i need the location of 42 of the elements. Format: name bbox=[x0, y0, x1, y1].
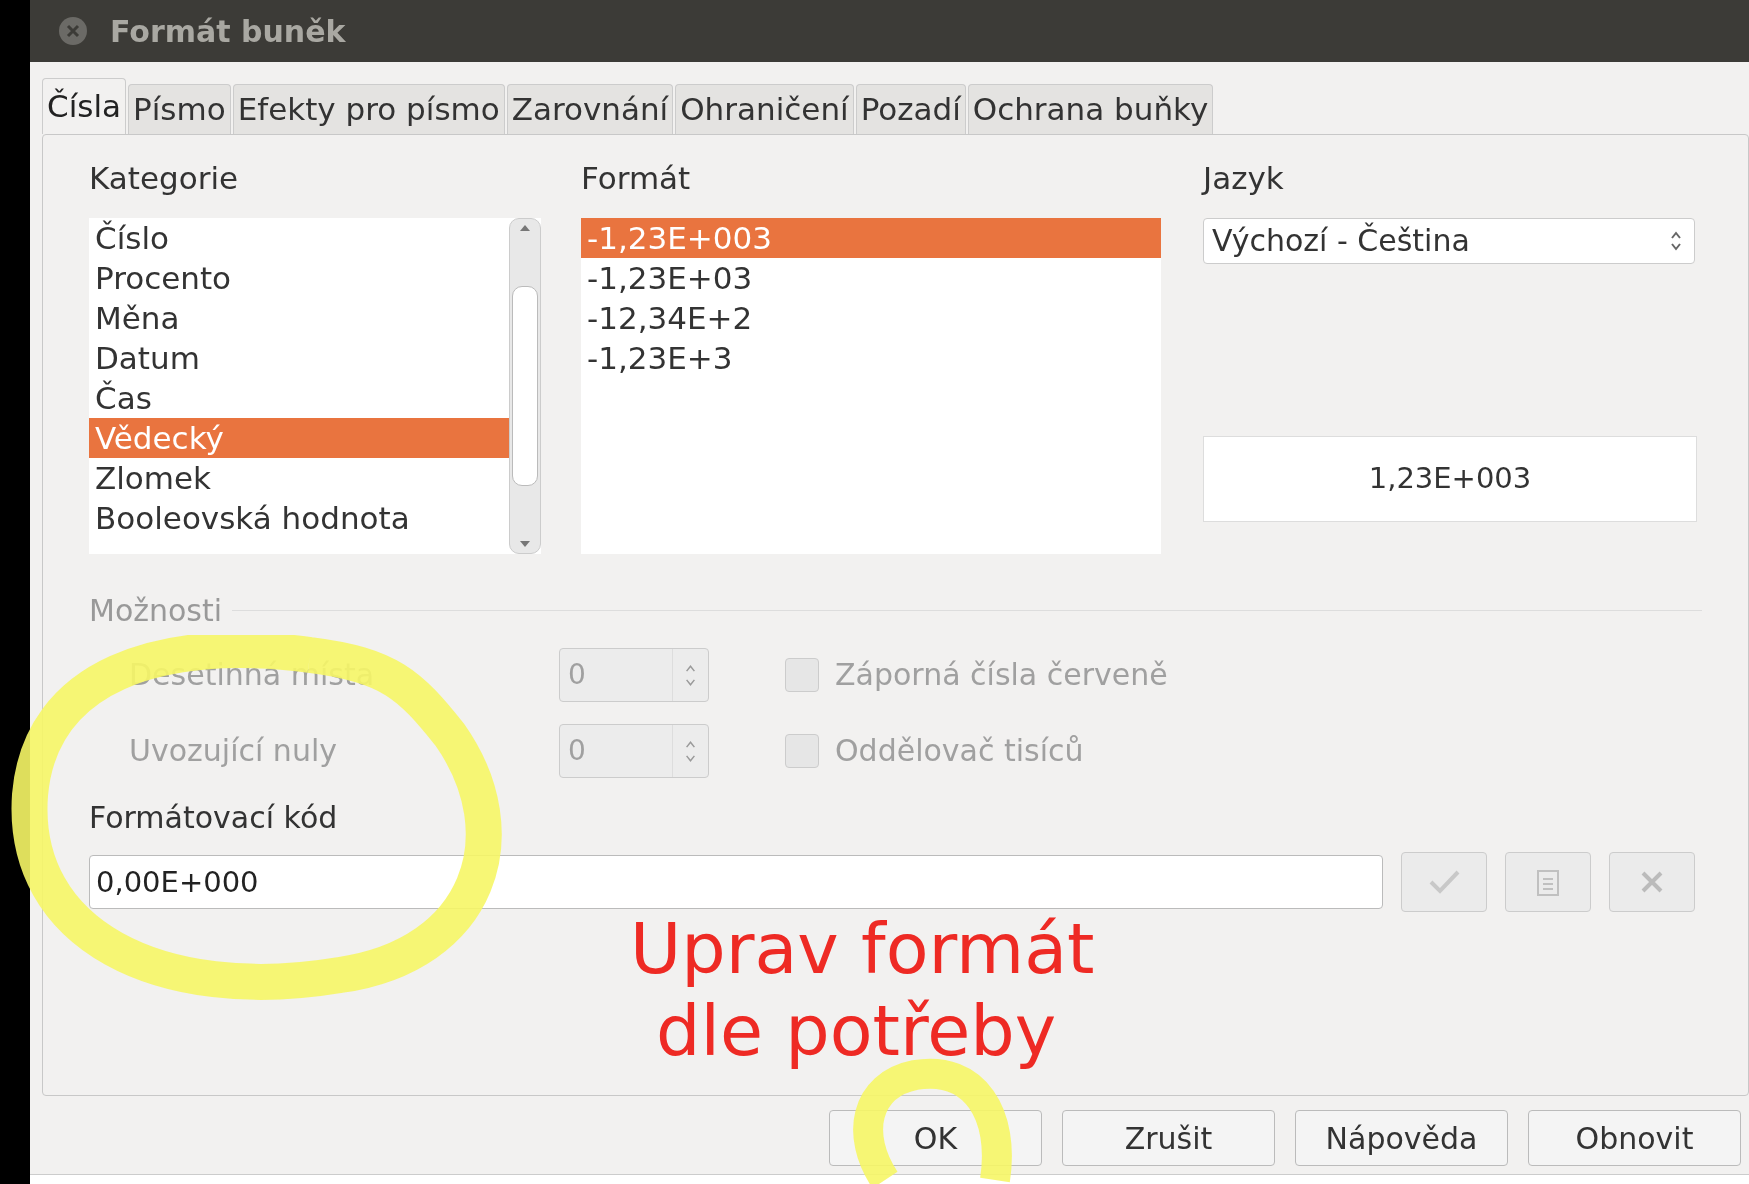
dialog-button[interactable]: Nápověda bbox=[1295, 1110, 1508, 1166]
close-icon[interactable] bbox=[58, 16, 88, 46]
list-item[interactable]: Datum bbox=[89, 337, 509, 378]
list-item[interactable]: Booleovská hodnota bbox=[89, 497, 509, 538]
preview-box: 1,23E+003 bbox=[1203, 435, 1697, 522]
tab[interactable]: Ohraničení bbox=[675, 84, 854, 134]
checkbox-label: Oddělovač tisíců bbox=[835, 732, 1084, 770]
list-item[interactable]: Zlomek bbox=[89, 457, 509, 498]
list-item[interactable]: -1,23E+3 bbox=[581, 337, 1161, 378]
delete-button[interactable] bbox=[1609, 851, 1695, 912]
tab[interactable]: Čísla bbox=[42, 78, 127, 134]
language-dropdown[interactable]: Výchozí - Čeština bbox=[1203, 217, 1695, 264]
format-code-label: Formátovací kód bbox=[89, 798, 339, 837]
spin-label: Uvozující nuly bbox=[128, 732, 338, 770]
language-label: Jazyk bbox=[1203, 159, 1285, 198]
list-item[interactable]: Čas bbox=[89, 377, 509, 418]
window-title: Formát buněk bbox=[110, 12, 346, 51]
list-item[interactable]: Číslo bbox=[89, 217, 509, 258]
list-item[interactable]: -1,23E+03 bbox=[581, 257, 1161, 298]
format-code-field[interactable]: 0,00E+000 bbox=[89, 854, 1383, 909]
checkbox-label: Záporná čísla červeně bbox=[835, 656, 1168, 694]
spinner-value: 0 bbox=[567, 732, 587, 769]
tab[interactable]: Zarovnání bbox=[506, 84, 674, 134]
tab[interactable]: Efekty pro písmo bbox=[232, 84, 505, 134]
list-item[interactable]: Měna bbox=[89, 297, 509, 338]
annotation-text: Uprav formát bbox=[630, 908, 1095, 990]
dialog-button[interactable]: Zrušit bbox=[1062, 1110, 1275, 1166]
spinner-value: 0 bbox=[567, 656, 587, 693]
dialog-button[interactable]: Obnovit bbox=[1528, 1110, 1741, 1166]
confirm-button[interactable] bbox=[1401, 851, 1487, 912]
tab[interactable]: Ochrana buňky bbox=[967, 84, 1214, 134]
format-label: Formát bbox=[581, 159, 692, 198]
list-item[interactable]: -12,34E+2 bbox=[581, 297, 1161, 338]
annotation-text: dle potřeby bbox=[655, 990, 1057, 1072]
list-item[interactable]: Procento bbox=[89, 257, 509, 298]
tab[interactable]: Písmo bbox=[128, 84, 231, 134]
comment-button[interactable] bbox=[1505, 851, 1591, 912]
scrollbar[interactable] bbox=[509, 217, 541, 554]
tab[interactable]: Pozadí bbox=[855, 84, 966, 134]
category-label: Kategorie bbox=[89, 159, 240, 198]
options-heading: Možnosti bbox=[89, 591, 223, 630]
scroll-down-icon[interactable] bbox=[518, 538, 532, 549]
